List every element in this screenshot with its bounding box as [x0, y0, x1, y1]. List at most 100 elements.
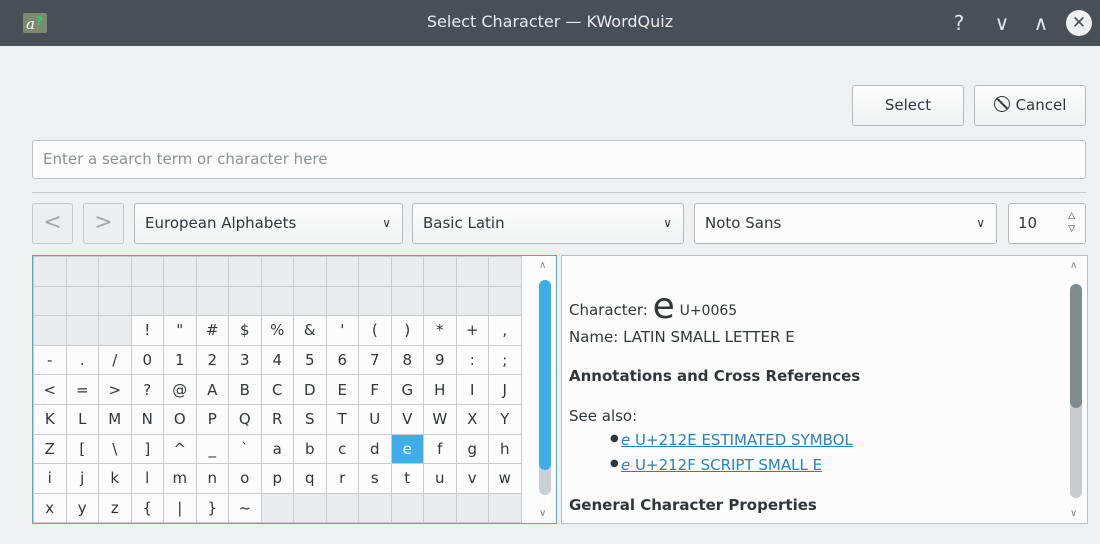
character-cell[interactable]: n [195, 463, 229, 494]
character-cell[interactable]: S [293, 403, 327, 435]
character-cell[interactable]: a [260, 433, 294, 465]
character-cell[interactable]: J [488, 374, 522, 405]
character-cell[interactable]: I [455, 374, 489, 405]
scroll-down-icon[interactable]: ∨ [539, 508, 546, 519]
character-cell[interactable]: h [488, 433, 522, 465]
scrollbar-thumb[interactable] [539, 280, 551, 470]
character-cell[interactable]: 6 [325, 344, 359, 376]
character-cell[interactable]: > [98, 374, 132, 405]
search-input[interactable]: Enter a search term or character here [32, 140, 1086, 179]
details-scrollbar[interactable]: ∧ ∨ [1065, 256, 1087, 523]
character-cell[interactable]: O [163, 403, 197, 435]
character-cell[interactable]: . [65, 344, 99, 376]
character-cell[interactable]: 2 [195, 344, 229, 376]
character-cell[interactable]: + [455, 315, 489, 346]
maximize-button[interactable]: ∧ [1028, 10, 1054, 36]
see-also-link[interactable]: e U+212E ESTIMATED SYMBOL [621, 431, 853, 449]
character-cell[interactable]: M [98, 403, 132, 435]
section-combobox[interactable]: European Alphabets ∨ [134, 203, 403, 244]
character-cell[interactable]: G [390, 374, 424, 405]
character-cell[interactable]: s [358, 463, 392, 494]
character-cell[interactable]: / [98, 344, 132, 376]
character-cell[interactable]: d [358, 433, 392, 465]
character-cell[interactable]: { [130, 492, 164, 523]
character-cell[interactable]: p [260, 463, 294, 494]
character-cell[interactable]: b [293, 433, 327, 465]
minimize-button[interactable]: ∨ [989, 10, 1015, 36]
scroll-down-icon[interactable]: ∨ [1070, 508, 1077, 519]
character-cell[interactable]: Q [228, 403, 262, 435]
spin-down-icon[interactable]: ▽ [1068, 223, 1075, 235]
character-grid[interactable]: ! " # $% & '() * +, -./0 1 2 3 4 5 6 7 8 9:; < = >? @ A B C D E F G H… [33, 256, 522, 523]
character-cell[interactable]: : [455, 344, 489, 376]
character-cell[interactable]: y [65, 492, 99, 523]
character-cell[interactable]: f [423, 433, 457, 465]
character-cell[interactable]: T [325, 403, 359, 435]
close-button[interactable]: ✕ [1066, 10, 1092, 36]
character-cell[interactable]: ^ [163, 433, 197, 465]
select-button[interactable]: Select [852, 85, 964, 126]
character-cell[interactable]: ? [130, 374, 164, 405]
character-cell[interactable]: L [65, 403, 99, 435]
character-cell[interactable]: ; [488, 344, 522, 376]
character-cell[interactable]: 7 [358, 344, 392, 376]
character-cell[interactable]: % [260, 315, 294, 346]
character-cell[interactable]: " [163, 315, 197, 346]
back-button[interactable]: < [32, 203, 73, 244]
character-cell[interactable]: X [455, 403, 489, 435]
font-combobox[interactable]: Noto Sans ∨ [694, 203, 997, 244]
character-cell[interactable]: ) [390, 315, 424, 346]
character-cell[interactable]: V [390, 403, 424, 435]
character-cell[interactable]: D [293, 374, 327, 405]
character-cell[interactable]: 3 [228, 344, 262, 376]
character-cell[interactable]: e [390, 433, 424, 465]
character-cell[interactable]: j [65, 463, 99, 494]
character-cell[interactable]: = [65, 374, 99, 405]
character-cell[interactable]: B [228, 374, 262, 405]
font-size-spinbox[interactable]: 10 △ ▽ [1008, 203, 1086, 244]
character-cell[interactable]: * [423, 315, 457, 346]
character-cell[interactable]: w [488, 463, 522, 494]
character-cell[interactable]: v [455, 463, 489, 494]
character-cell[interactable]: , [488, 315, 522, 346]
character-cell[interactable]: 9 [423, 344, 457, 376]
character-cell[interactable]: u [423, 463, 457, 494]
character-cell[interactable]: \ [98, 433, 132, 465]
character-cell[interactable]: K [33, 403, 67, 435]
character-cell[interactable]: z [98, 492, 132, 523]
character-cell[interactable]: ( [358, 315, 392, 346]
character-cell[interactable]: R [260, 403, 294, 435]
table-scrollbar[interactable]: ∧ ∨ [534, 256, 556, 523]
scrollbar-thumb[interactable] [1070, 284, 1082, 408]
character-cell[interactable]: | [163, 492, 197, 523]
character-cell[interactable]: l [130, 463, 164, 494]
character-cell[interactable]: 1 [163, 344, 197, 376]
character-cell[interactable]: ! [130, 315, 164, 346]
character-cell[interactable]: 5 [293, 344, 327, 376]
character-cell[interactable]: & [293, 315, 327, 346]
character-cell[interactable]: _ [195, 433, 229, 465]
see-also-link[interactable]: e U+212F SCRIPT SMALL E [621, 456, 822, 474]
character-cell[interactable]: 8 [390, 344, 424, 376]
character-cell[interactable]: x [33, 492, 67, 523]
character-cell[interactable]: g [455, 433, 489, 465]
cancel-button[interactable]: Cancel [974, 85, 1086, 126]
character-cell[interactable]: # [195, 315, 229, 346]
character-cell[interactable]: [ [65, 433, 99, 465]
character-cell[interactable]: H [423, 374, 457, 405]
character-cell[interactable]: A [195, 374, 229, 405]
character-cell[interactable]: ` [228, 433, 262, 465]
character-cell[interactable]: @ [163, 374, 197, 405]
character-cell[interactable]: ' [325, 315, 359, 346]
character-cell[interactable]: P [195, 403, 229, 435]
character-cell[interactable]: C [260, 374, 294, 405]
spin-up-icon[interactable]: △ [1068, 210, 1075, 222]
character-cell[interactable]: } [195, 492, 229, 523]
character-cell[interactable]: q [293, 463, 327, 494]
character-cell[interactable]: 4 [260, 344, 294, 376]
character-cell[interactable]: k [98, 463, 132, 494]
scroll-up-icon[interactable]: ∧ [539, 260, 546, 271]
character-cell[interactable]: N [130, 403, 164, 435]
character-cell[interactable]: Y [488, 403, 522, 435]
character-cell[interactable]: F [358, 374, 392, 405]
